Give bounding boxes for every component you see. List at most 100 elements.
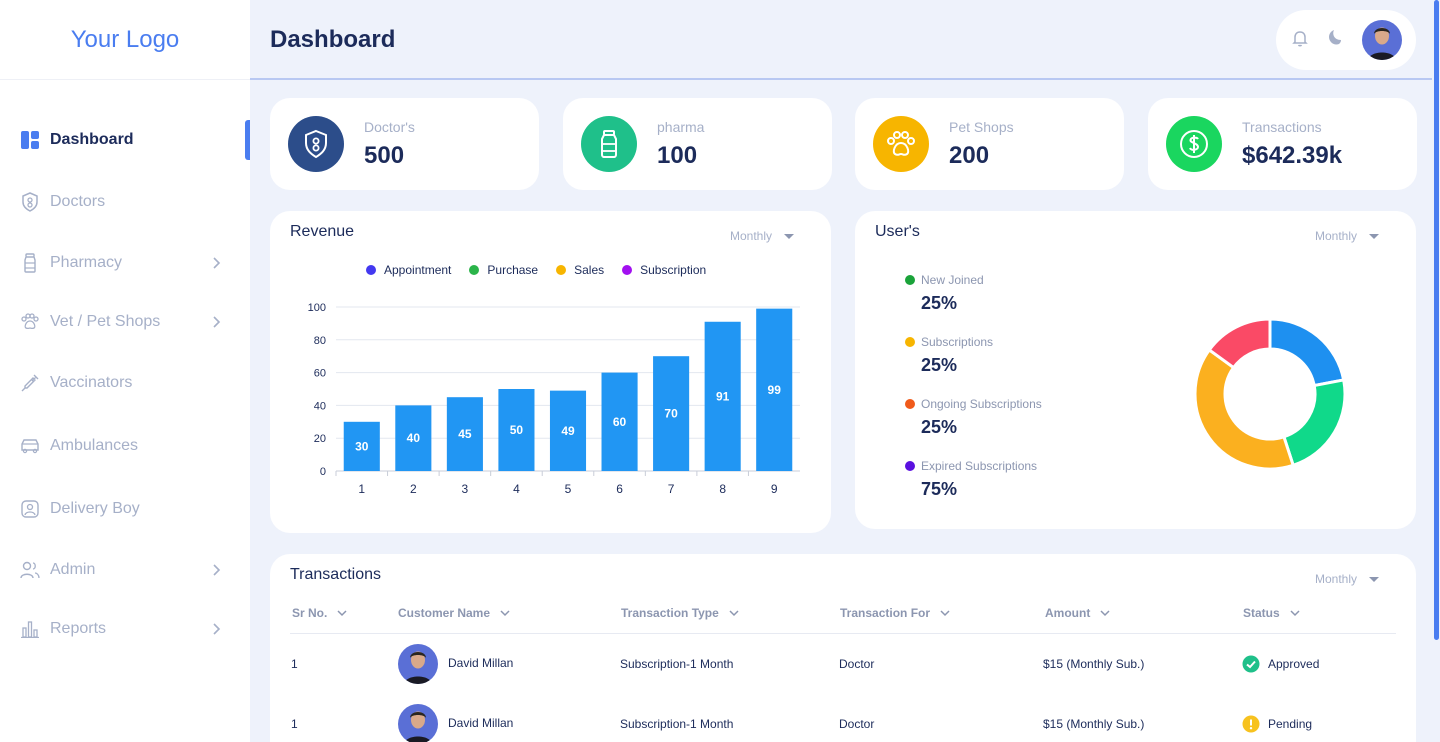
data-label: 50 (510, 423, 524, 437)
stat-card-pharma[interactable]: pharma 100 (563, 98, 832, 190)
sidebar-item-delivery-boy[interactable]: Delivery Boy (0, 489, 250, 529)
column-header-transaction-type[interactable]: Transaction Type (621, 606, 739, 620)
scrollbar-thumb[interactable] (1434, 0, 1439, 640)
period-label: Monthly (1315, 572, 1358, 586)
donut-slice[interactable] (1282, 378, 1347, 468)
bell-icon[interactable] (1292, 29, 1308, 52)
sidebar-item-vet-pet-shops[interactable]: Vet / Pet Shops (0, 302, 250, 342)
column-header-sr-no[interactable]: Sr No. (292, 606, 347, 620)
active-marker (245, 120, 250, 160)
sidebar-item-label: Dashboard (50, 131, 134, 148)
y-tick-label: 40 (314, 400, 326, 412)
sidebar-item-pharmacy[interactable]: Pharmacy (0, 243, 250, 283)
status-badge: Approved (1242, 655, 1319, 673)
cell-transaction-type: Subscription-1 Month (620, 657, 734, 671)
x-tick-label: 6 (616, 482, 623, 496)
revenue-period-dropdown[interactable]: Monthly (730, 229, 795, 243)
donut-slice[interactable] (1268, 317, 1346, 388)
y-tick-label: 80 (314, 335, 326, 347)
stat-label: pharma (657, 119, 705, 135)
chevron-right-icon (213, 316, 221, 328)
transactions-card: Transactions Monthly Sr No. Customer Nam… (270, 554, 1416, 742)
sidebar-item-label: Delivery Boy (50, 500, 140, 517)
paw-icon (873, 116, 929, 172)
legend-item[interactable]: Sales (556, 263, 604, 277)
sidebar-item-doctors[interactable]: Doctors (0, 182, 250, 222)
donut-slice[interactable] (1193, 347, 1296, 471)
column-header-status[interactable]: Status (1243, 606, 1300, 620)
column-header-transaction-for[interactable]: Transaction For (840, 606, 950, 620)
cell-amount: $15 (Monthly Sub.) (1043, 657, 1145, 671)
data-label: 91 (716, 389, 730, 403)
user-stat-new-joined: New Joined 25% (905, 273, 984, 314)
cell-transaction-type: Subscription-1 Month (620, 717, 734, 731)
x-tick-label: 2 (410, 482, 417, 496)
data-label: 99 (768, 383, 782, 397)
y-tick-label: 20 (314, 433, 326, 445)
legend-dot (366, 265, 376, 275)
user-badge-icon (20, 499, 40, 519)
sidebar-item-label: Doctors (50, 193, 106, 210)
chevron-down-icon (729, 610, 739, 617)
chevron-right-icon (213, 564, 221, 576)
logo[interactable]: Your Logo (0, 0, 250, 80)
transactions-period-dropdown[interactable]: Monthly (1315, 572, 1380, 586)
header: Dashboard (250, 0, 1440, 80)
dollar-icon (1166, 116, 1222, 172)
y-tick-label: 0 (320, 466, 326, 478)
scrollbar[interactable] (1432, 0, 1440, 742)
bottle-icon (581, 116, 637, 172)
status-label: Pending (1268, 717, 1313, 731)
data-label: 45 (458, 427, 472, 441)
user-avatar[interactable] (1362, 20, 1402, 60)
x-tick-label: 4 (513, 482, 520, 496)
legend-label: Appointment (384, 263, 452, 277)
data-label: 40 (407, 431, 421, 445)
sidebar-item-dashboard[interactable]: Dashboard (0, 120, 250, 160)
stat-value: 100 (657, 142, 698, 169)
stat-label: Doctor's (364, 119, 415, 135)
sidebar-item-ambulances[interactable]: Ambulances (0, 426, 250, 466)
legend-item[interactable]: Purchase (469, 263, 538, 277)
column-header-customer-name[interactable]: Customer Name (398, 606, 510, 620)
column-header-amount[interactable]: Amount (1045, 606, 1110, 620)
user-stat-value: 25% (921, 293, 958, 313)
page-title: Dashboard (270, 26, 396, 53)
stat-value: 200 (949, 142, 990, 169)
users-period-dropdown[interactable]: Monthly (1315, 229, 1380, 243)
sidebar-item-admin[interactable]: Admin (0, 550, 250, 590)
legend-item[interactable]: Appointment (366, 263, 451, 277)
legend-dot (622, 265, 633, 275)
sidebar-item-label: Vet / Pet Shops (50, 313, 161, 330)
x-tick-label: 7 (668, 482, 675, 496)
user-stat-value: 75% (921, 479, 958, 499)
users-icon (20, 560, 40, 580)
column-label: Status (1243, 606, 1280, 620)
ambulance-icon (20, 436, 40, 456)
legend-dot (469, 265, 480, 275)
status-badge: Pending (1242, 715, 1312, 733)
legend-item[interactable]: Subscription (622, 263, 706, 277)
cell-customer-name: David Millan (448, 656, 514, 670)
revenue-card: Revenue Monthly Appointment Purchase Sal… (270, 211, 831, 533)
user-stat-label: Subscriptions (921, 335, 994, 349)
y-tick-label: 60 (314, 368, 326, 380)
x-tick-label: 5 (565, 482, 572, 496)
stat-card-transactions[interactable]: Transactions $642.39k (1148, 98, 1417, 190)
sidebar-item-reports[interactable]: Reports (0, 609, 250, 649)
data-label: 60 (613, 415, 627, 429)
users-donut-chart (1193, 317, 1347, 471)
bottle-icon (20, 253, 40, 273)
moon-icon[interactable] (1326, 29, 1344, 52)
stat-card-doctors[interactable]: Doctor's 500 (270, 98, 539, 190)
stat-card-pet-shops[interactable]: Pet Shops 200 (855, 98, 1124, 190)
revenue-legend: Appointment Purchase Sales Subscription (366, 263, 706, 277)
period-label: Monthly (1315, 229, 1358, 243)
column-label: Transaction Type (621, 606, 719, 620)
paw-icon (20, 312, 40, 332)
user-stat-label: Expired Subscriptions (921, 459, 1038, 473)
user-stat-expired: Expired Subscriptions 75% (905, 459, 1037, 500)
sidebar-item-vaccinators[interactable]: Vaccinators (0, 363, 250, 403)
legend-label: Sales (574, 263, 605, 277)
users-title: User's (875, 223, 920, 240)
